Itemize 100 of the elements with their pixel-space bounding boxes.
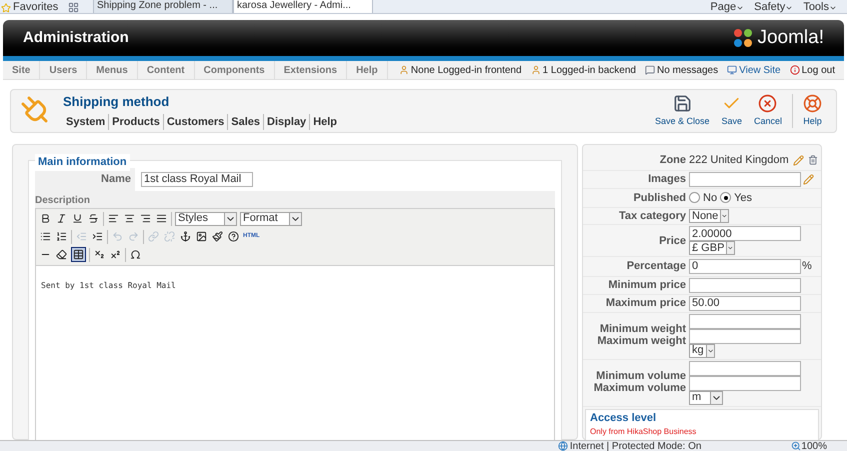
submenu-link[interactable]: Sales <box>227 114 264 130</box>
delete-icon[interactable] <box>808 155 818 166</box>
page-title: Shipping method <box>63 93 170 111</box>
logo-text: Joomla! <box>757 26 824 50</box>
edit-icon[interactable] <box>792 154 804 166</box>
currency-select[interactable]: £ GBP <box>689 241 735 255</box>
toolbar-button[interactable]: Cancel <box>748 94 788 128</box>
anchor-icon[interactable] <box>179 230 192 243</box>
toolbar-button[interactable]: Save & Close <box>648 94 716 128</box>
browser-menu[interactable]: Tools <box>803 2 837 13</box>
submenu-link[interactable]: Help <box>309 114 340 130</box>
browser-tab[interactable]: Shipping Zone problem - ... <box>93 0 233 13</box>
edit-icon[interactable] <box>803 174 814 184</box>
star-icon[interactable] <box>1 2 11 12</box>
field-label: Price <box>659 234 686 246</box>
italic-icon[interactable] <box>55 212 68 225</box>
field-label: Maximum volume <box>594 382 686 394</box>
status-link[interactable]: View Site <box>739 62 781 78</box>
radio-button[interactable] <box>689 192 700 204</box>
eraser-icon[interactable] <box>55 248 68 261</box>
radio-button[interactable] <box>720 192 732 204</box>
max-input[interactable] <box>689 376 801 390</box>
help-icon[interactable] <box>227 230 240 243</box>
strikethrough-icon[interactable] <box>87 212 100 225</box>
cancel-icon <box>758 94 778 113</box>
submenu-link[interactable]: Customers <box>162 114 228 130</box>
help-icon <box>803 94 822 113</box>
zoom-icon[interactable] <box>791 441 802 451</box>
price-input[interactable]: 2.00000 <box>689 226 801 241</box>
images-input[interactable] <box>689 172 801 186</box>
align-left-icon[interactable] <box>107 212 120 225</box>
toolbar-button[interactable]: Help <box>792 94 828 128</box>
fieldset-legend: Main information <box>35 154 130 170</box>
percent-suffix: % <box>802 259 812 274</box>
flower-logo-icon <box>732 27 754 49</box>
user-icon <box>398 65 409 75</box>
table-icon[interactable] <box>71 247 86 262</box>
field-label: Minimum weight <box>600 322 686 334</box>
indent-icon[interactable] <box>91 230 104 243</box>
text-input[interactable] <box>689 278 801 292</box>
zoom-level[interactable]: 100% <box>801 441 827 451</box>
status-link[interactable]: None Logged-in frontend <box>410 62 522 78</box>
tab-grid-icon[interactable] <box>68 2 79 13</box>
security-zone: Internet | Protected Mode: On <box>570 441 702 451</box>
submenu-link[interactable]: Products <box>108 114 163 130</box>
unit-select[interactable]: kg <box>689 344 715 358</box>
status-link[interactable]: No messages <box>656 62 718 78</box>
submenu-link[interactable]: System <box>63 114 108 130</box>
menu-item[interactable]: Menus <box>87 61 138 79</box>
user-icon <box>530 65 541 75</box>
browser-tab[interactable]: karosa Jewellery - Admi... <box>233 0 373 13</box>
menu-item[interactable]: Users <box>40 61 88 79</box>
omega-icon[interactable] <box>129 248 142 261</box>
brush-icon[interactable] <box>211 230 224 243</box>
zone-value: 222 United Kingdom <box>689 153 789 168</box>
menu-item[interactable]: Extensions <box>274 61 348 79</box>
text-input[interactable]: 50.00 <box>689 296 801 310</box>
tax-category-select[interactable]: None <box>689 209 729 223</box>
menu-item[interactable]: Site <box>3 61 40 79</box>
description-label: Description <box>35 190 555 208</box>
access-legend: Access level <box>590 410 814 426</box>
message-icon <box>644 65 655 75</box>
editor-dropdown[interactable]: Styles <box>175 212 237 226</box>
underline-icon[interactable] <box>71 212 84 225</box>
monitor-icon <box>727 65 738 75</box>
field-label: Images <box>648 173 686 185</box>
field-label: Minimum price <box>608 279 686 291</box>
status-link[interactable]: Log out <box>802 62 835 78</box>
submenu-link[interactable]: Display <box>263 114 310 130</box>
superscript-icon[interactable] <box>109 248 122 261</box>
favorites-link[interactable]: Favorites <box>13 2 58 13</box>
subscript-icon[interactable] <box>93 248 106 261</box>
toolbar-button[interactable]: Save <box>715 94 748 128</box>
editor-text: Sent by 1st class Royal Mail <box>41 280 176 290</box>
save-icon <box>672 94 692 113</box>
browser-menu[interactable]: Page <box>710 2 744 13</box>
name-input[interactable]: 1st class Royal Mail <box>141 172 253 187</box>
align-right-icon[interactable] <box>139 212 152 225</box>
unit-select[interactable]: m <box>689 390 723 404</box>
menu-item[interactable]: Content <box>138 61 195 79</box>
field-label: Minimum volume <box>596 370 686 382</box>
align-justify-icon[interactable] <box>155 212 168 225</box>
menu-item[interactable]: Components <box>194 61 275 79</box>
max-input[interactable] <box>689 328 801 344</box>
globe-icon <box>558 441 568 451</box>
browser-menu[interactable]: Safety <box>754 2 794 13</box>
min-input[interactable] <box>689 360 801 376</box>
image-icon[interactable] <box>195 230 208 243</box>
field-label: Maximum weight <box>597 334 686 346</box>
editor-dropdown[interactable]: Format <box>240 212 302 226</box>
numbered-list-icon[interactable] <box>55 230 68 243</box>
field-label: Zone <box>660 154 686 166</box>
field-label: Maximum price <box>606 297 686 309</box>
radio-label: No <box>703 190 718 206</box>
min-input[interactable] <box>689 314 801 328</box>
menu-item[interactable]: Help <box>347 61 388 79</box>
header-title: Administration <box>23 28 129 48</box>
status-link[interactable]: 1 Logged-in backend <box>542 62 636 78</box>
align-center-icon[interactable] <box>123 212 136 225</box>
text-input[interactable]: 0 <box>689 258 801 274</box>
